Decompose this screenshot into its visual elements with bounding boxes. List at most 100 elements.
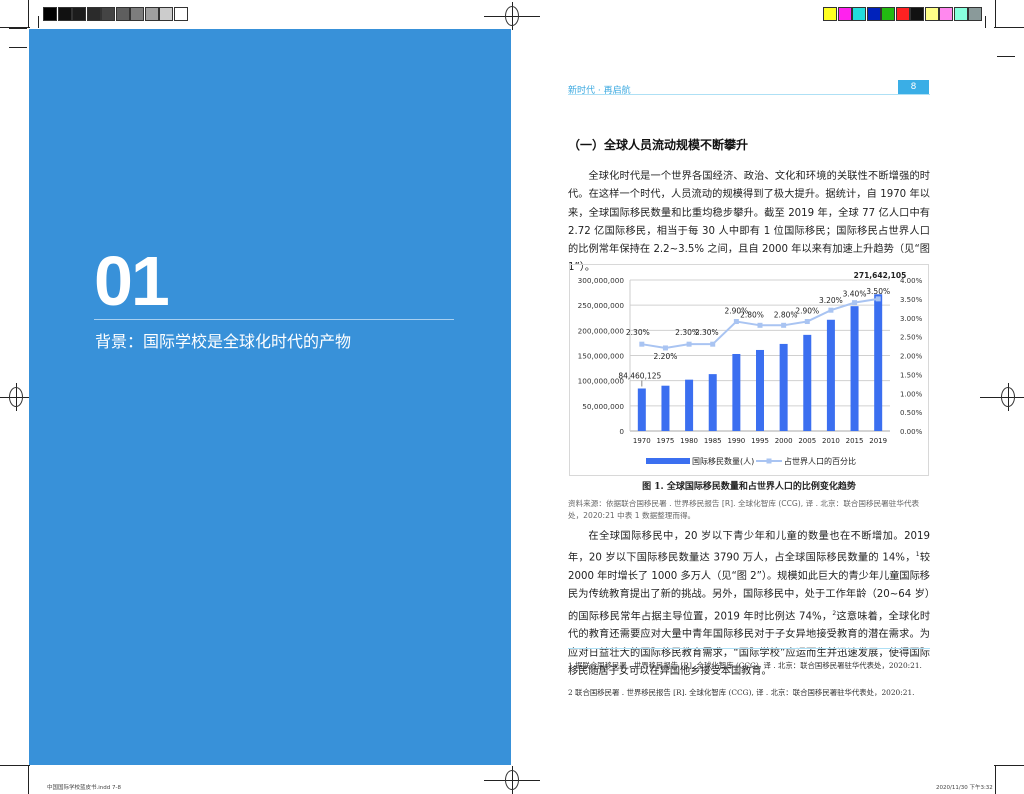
bar (779, 343, 788, 431)
right-tick-label: 1.00% (900, 390, 923, 398)
color-swatch (852, 7, 866, 21)
right-tick-label: 2.50% (900, 334, 923, 342)
bar (637, 388, 646, 431)
chapter-cover-panel (29, 29, 511, 765)
color-swatch (968, 7, 982, 21)
slug-timestamp: 2020/11/30 下午3:32 (936, 785, 993, 791)
right-tick-label: 0.00% (900, 428, 923, 436)
x-tick-label: 1995 (751, 437, 769, 445)
bar-label: 84,460,125 (618, 371, 661, 380)
bar (803, 334, 812, 431)
x-tick-label: 2005 (798, 437, 816, 445)
color-swatch (895, 7, 910, 21)
figure-caption: 图 1. 全球国际移民数量和占世界人口的比例变化趋势 (642, 482, 856, 492)
crop-mark (28, 0, 29, 28)
color-swatch (953, 7, 968, 21)
percent-label: 2.30% (626, 328, 650, 337)
x-tick-label: 1985 (704, 437, 722, 445)
legend-bar-swatch (646, 458, 690, 464)
color-swatch (823, 7, 837, 21)
bar (732, 353, 741, 431)
bar (756, 349, 764, 431)
section-title: （一）全球人员流动规模不断攀升 (568, 138, 749, 152)
crop-mark (994, 27, 1024, 28)
gray-swatch (101, 7, 115, 21)
footnote-1: 1 据联合国移民署 . 世界移民报告 [R]. 全球化智库 (CCG), 译 .… (568, 661, 922, 670)
gray-swatch (144, 7, 159, 21)
right-tick-label: 3.50% (900, 296, 923, 304)
crop-mark (28, 766, 29, 794)
left-tick-label: 200,000,000 (578, 326, 625, 335)
percent-label: 2.30% (695, 328, 719, 337)
gray-swatch (86, 7, 101, 21)
percent-label: 3.20% (819, 296, 843, 305)
x-tick-label: 1970 (633, 437, 651, 445)
bar-label: 271,642,105 (854, 271, 907, 280)
registration-mark (1001, 387, 1015, 407)
color-swatch (881, 7, 895, 21)
color-swatch (866, 7, 881, 21)
percent-point (828, 307, 834, 313)
x-tick-label: 1980 (680, 437, 698, 445)
chapter-number: 01 (94, 242, 170, 320)
registration-mark (505, 6, 519, 26)
footnote-rule (568, 648, 930, 649)
right-tick-label: 3.00% (900, 315, 923, 323)
right-tick-label: 2.00% (900, 353, 923, 361)
color-swatch (837, 7, 852, 21)
gray-swatch (72, 7, 86, 21)
left-tick-label: 100,000,000 (578, 377, 625, 386)
legend-label: 国际移民数量(人) (692, 456, 754, 466)
legend-line-marker (766, 458, 772, 464)
crop-mark (9, 47, 27, 48)
percent-point (639, 341, 645, 347)
divider (94, 319, 454, 320)
percent-point (662, 345, 668, 351)
right-tick-label: 1.50% (900, 371, 923, 379)
gray-swatch (57, 7, 72, 21)
bar (874, 294, 883, 431)
left-tick-label: 50,000,000 (582, 402, 624, 411)
crop-mark (9, 28, 27, 29)
bar (826, 319, 835, 431)
figure-1-chart: 0 50,000,000 100,000,000 150,000,000 200,000… (569, 264, 929, 476)
paragraph-1: 全球化时代是一个世界各国经济、政治、文化和环境的关联性不断增强的时代。在这样一个… (568, 171, 930, 274)
registration-mark (505, 770, 519, 790)
text: 在全球国际移民中，20 岁以下青少年和儿童的数量也在不断增加。2019 年，20… (568, 531, 930, 564)
percent-point (781, 322, 787, 328)
x-tick-label: 1975 (657, 437, 675, 445)
legend-label: 占世界人口的百分比 (784, 456, 856, 466)
color-swatch (924, 7, 939, 21)
bar (661, 385, 670, 431)
bar (708, 374, 717, 431)
gray-swatch (159, 7, 173, 21)
percent-point (710, 341, 716, 347)
gray-swatch (130, 7, 144, 21)
bar (685, 379, 694, 431)
left-tick-label: 0 (619, 427, 624, 436)
chart-svg: 0 50,000,000 100,000,000 150,000,000 200,000… (578, 271, 923, 466)
crop-mark (0, 765, 30, 766)
x-tick-label: 2000 (775, 437, 793, 445)
crop-mark (995, 766, 996, 794)
percent-point (852, 300, 858, 306)
crop-mark (994, 765, 1024, 766)
left-tick-label: 150,000,000 (578, 352, 625, 361)
percent-point (733, 319, 739, 325)
x-tick-label: 1990 (727, 437, 745, 445)
percent-point (757, 322, 763, 328)
header-rule (568, 94, 930, 95)
color-swatch (910, 7, 924, 21)
x-tick-label: 2019 (869, 437, 887, 445)
percent-label: 3.50% (866, 287, 890, 296)
footnote-2: 2 联合国移民署 . 世界移民报告 [R]. 全球化智库 (CCG), 译 . … (568, 688, 915, 697)
right-tick-label: 0.50% (900, 409, 923, 417)
crop-mark (985, 16, 986, 28)
percent-label: 2.80% (774, 310, 798, 319)
x-tick-label: 2010 (822, 437, 840, 445)
gray-swatch (173, 7, 188, 21)
chapter-title: 背景：国际学校是全球化时代的产物 (95, 332, 352, 351)
crop-mark (995, 0, 996, 28)
percent-label: 2.20% (654, 352, 678, 361)
percent-point (686, 341, 692, 347)
